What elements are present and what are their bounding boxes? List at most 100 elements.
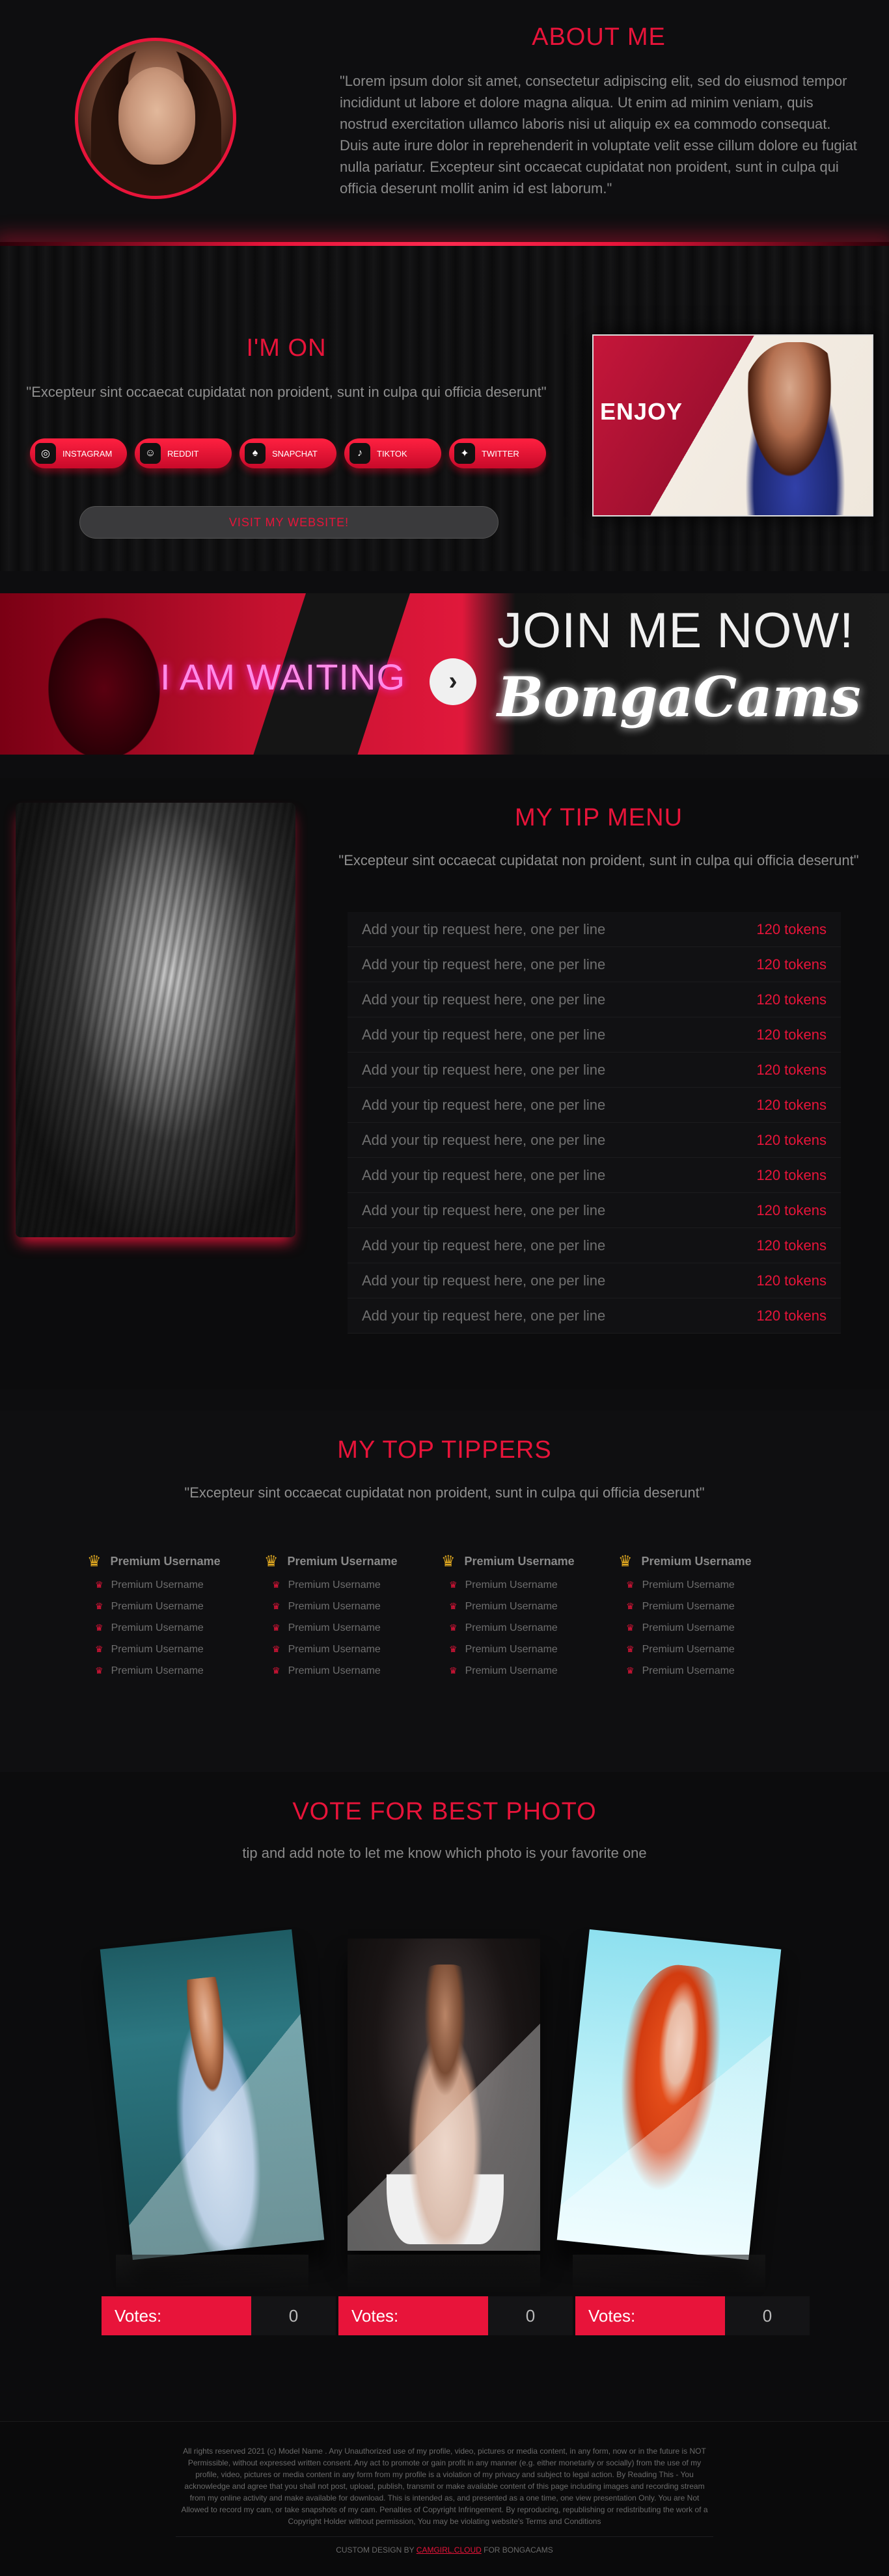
photo-hair-texture: [16, 803, 295, 1237]
tipper-name: Premium Username: [465, 1622, 558, 1633]
profile-avatar: [75, 38, 236, 199]
photo-reflection: [116, 2255, 308, 2294]
tip-tokens: 120 tokens: [756, 1166, 827, 1183]
vote-counter: Votes: 0: [575, 2296, 810, 2335]
tip-request: Add your tip request here, one per line: [362, 1096, 606, 1113]
tiktok-button[interactable]: ♪ TIKTOK: [344, 438, 441, 468]
enjoy-promo-image[interactable]: ENJOY: [592, 334, 873, 517]
red-crown-icon: ♛: [95, 1644, 103, 1654]
banner-waiting-text: I AM WAITING: [160, 656, 406, 697]
red-crown-icon: ♛: [95, 1579, 103, 1590]
tip-row: Add your tip request here, one per line 1…: [348, 1088, 841, 1123]
photo-shine-overlay: [556, 1929, 782, 2261]
red-crown-icon: ♛: [272, 1601, 280, 1611]
tipper-item: ♛ Premium Username: [441, 1574, 618, 1596]
red-crown-icon: ♛: [449, 1665, 458, 1676]
tipper-item: ♛ Premium Username: [264, 1596, 441, 1617]
tip-row: Add your tip request here, one per line 1…: [348, 1017, 841, 1053]
tip-request: Add your tip request here, one per line: [362, 1307, 606, 1324]
visit-website-button[interactable]: VISIT MY WEBSITE!: [79, 506, 499, 539]
avatar-face: [118, 67, 195, 165]
social-label: INSTAGRAM: [62, 448, 113, 459]
copyright-notice: All rights reserved 2021 (c) Model Name …: [181, 2447, 708, 2526]
red-crown-icon: ♛: [272, 1622, 280, 1633]
tip-row: Add your tip request here, one per line 1…: [348, 1053, 841, 1088]
tipper-item: ♛ Premium Username: [87, 1596, 264, 1617]
red-crown-icon: ♛: [272, 1644, 280, 1654]
tipper-item: ♛ Premium Username: [264, 1639, 441, 1660]
snapchat-button[interactable]: ♠ SNAPCHAT: [239, 438, 336, 468]
tippers-column: ♛ Premium Username ♛ Premium Username ♛ Pre…: [441, 1548, 618, 1682]
photo-shine-overlay: [348, 1939, 540, 2251]
reddit-button[interactable]: ☺ REDDIT: [135, 438, 232, 468]
banner-join-text: JOIN ME NOW!: [497, 603, 855, 658]
im-on-section: I'M ON "Excepteur sint occaecat cupidata…: [0, 246, 889, 571]
social-label: REDDIT: [167, 448, 199, 459]
tipper-item: ♛ Premium Username: [264, 1660, 441, 1682]
tippers-column: ♛ Premium Username ♛ Premium Username ♛ Pre…: [87, 1548, 264, 1682]
about-section: ABOUT ME "Lorem ipsum dolor sit amet, co…: [0, 0, 889, 246]
instagram-button[interactable]: ◎ INSTAGRAM: [30, 438, 127, 468]
credit-prefix: CUSTOM DESIGN BY: [336, 2545, 417, 2555]
tip-tokens: 120 tokens: [756, 1061, 827, 1078]
tip-menu-list: Add your tip request here, one per line 1…: [348, 912, 841, 1334]
tipper-name: Premium Username: [288, 1579, 381, 1590]
top-tipper-name: Premium Username: [641, 1554, 752, 1568]
tippers-column: ♛ Premium Username ♛ Premium Username ♛ Pre…: [618, 1548, 795, 1682]
about-text: "Lorem ipsum dolor sit amet, consectetur…: [340, 73, 857, 196]
twitter-icon: ✦: [454, 443, 475, 464]
tip-tokens: 120 tokens: [756, 1237, 827, 1254]
tipper-item: ♛ Premium Username: [618, 1639, 795, 1660]
design-credit: CUSTOM DESIGN BY CAMGIRL.CLOUD FOR BONGA…: [0, 2545, 889, 2555]
tip-tokens: 120 tokens: [756, 1096, 827, 1113]
red-crown-icon: ♛: [272, 1579, 280, 1590]
vote-photo-1[interactable]: [100, 1929, 325, 2261]
tiktok-icon: ♪: [349, 443, 370, 464]
tip-menu-section: MY TIP MENU "Excepteur sint occaecat cup…: [0, 778, 889, 1389]
social-label: SNAPCHAT: [272, 448, 318, 459]
tip-tokens: 120 tokens: [756, 1131, 827, 1148]
tipper-name: Premium Username: [111, 1665, 204, 1676]
tipper-name: Premium Username: [465, 1665, 558, 1676]
tip-row: Add your tip request here, one per line 1…: [348, 1263, 841, 1298]
tip-menu-title: MY TIP MENU: [514, 804, 683, 831]
tipper-name: Premium Username: [465, 1579, 558, 1590]
designer-link[interactable]: CAMGIRL.CLOUD: [417, 2545, 482, 2555]
tipper-name: Premium Username: [642, 1622, 735, 1633]
tip-row: Add your tip request here, one per line 1…: [348, 1158, 841, 1193]
tip-tokens: 120 tokens: [756, 956, 827, 973]
tip-row: Add your tip request here, one per line 1…: [348, 1193, 841, 1228]
gold-crown-icon: ♛: [441, 1552, 456, 1570]
gold-crown-icon: ♛: [618, 1552, 633, 1570]
vote-counter: Votes: 0: [102, 2296, 336, 2335]
tipper-item: ♛ Premium Username: [618, 1596, 795, 1617]
votes-count: 0: [251, 2296, 336, 2335]
join-banner[interactable]: I AM WAITING › JOIN ME NOW! BongaCams: [0, 593, 889, 755]
tip-request: Add your tip request here, one per line: [362, 920, 606, 937]
footer: All rights reserved 2021 (c) Model Name …: [0, 2421, 889, 2576]
red-crown-icon: ♛: [626, 1644, 635, 1654]
tipper-name: Premium Username: [288, 1643, 381, 1655]
vote-section: VOTE FOR BEST PHOTO tip and add note to …: [0, 1772, 889, 2421]
promo-model-figure: [737, 342, 854, 515]
banner-model-silhouette: [39, 606, 169, 755]
top-tipper: ♛ Premium Username: [618, 1548, 795, 1574]
social-buttons: ◎ INSTAGRAM ☺ REDDIT ♠ SNAPCHAT ♪ TIKTOK…: [30, 438, 546, 468]
tipper-name: Premium Username: [288, 1622, 381, 1633]
tipper-name: Premium Username: [111, 1622, 204, 1633]
tipper-item: ♛ Premium Username: [441, 1660, 618, 1682]
bongacams-logo: BongaCams: [497, 665, 861, 729]
red-crown-icon: ♛: [449, 1644, 458, 1654]
votes-label: Votes:: [338, 2296, 488, 2335]
tip-request: Add your tip request here, one per line: [362, 1237, 606, 1254]
tip-tokens: 120 tokens: [756, 1026, 827, 1043]
tipper-item: ♛ Premium Username: [441, 1639, 618, 1660]
photo-shine-overlay: [100, 1929, 325, 2261]
twitter-button[interactable]: ✦ TWITTER: [449, 438, 546, 468]
vote-photo-2[interactable]: [348, 1939, 540, 2251]
tipper-name: Premium Username: [642, 1579, 735, 1590]
tipper-item: ♛ Premium Username: [441, 1617, 618, 1639]
vote-photo-3[interactable]: [556, 1929, 782, 2261]
credit-suffix: FOR BONGACAMS: [481, 2545, 553, 2555]
tipper-item: ♛ Premium Username: [618, 1574, 795, 1596]
